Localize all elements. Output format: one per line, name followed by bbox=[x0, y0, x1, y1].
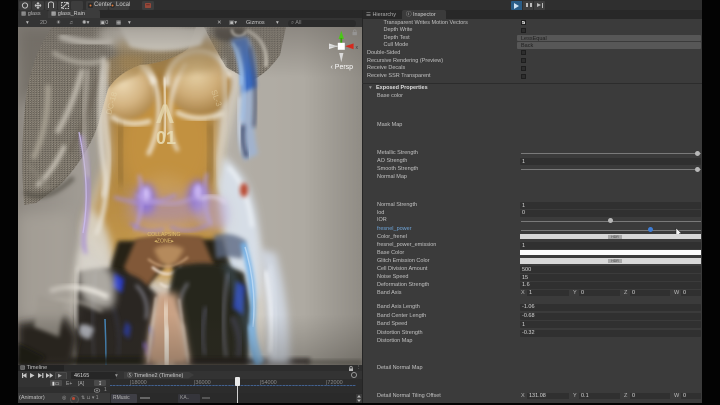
svg-text:‹ Persp: ‹ Persp bbox=[331, 64, 354, 71]
